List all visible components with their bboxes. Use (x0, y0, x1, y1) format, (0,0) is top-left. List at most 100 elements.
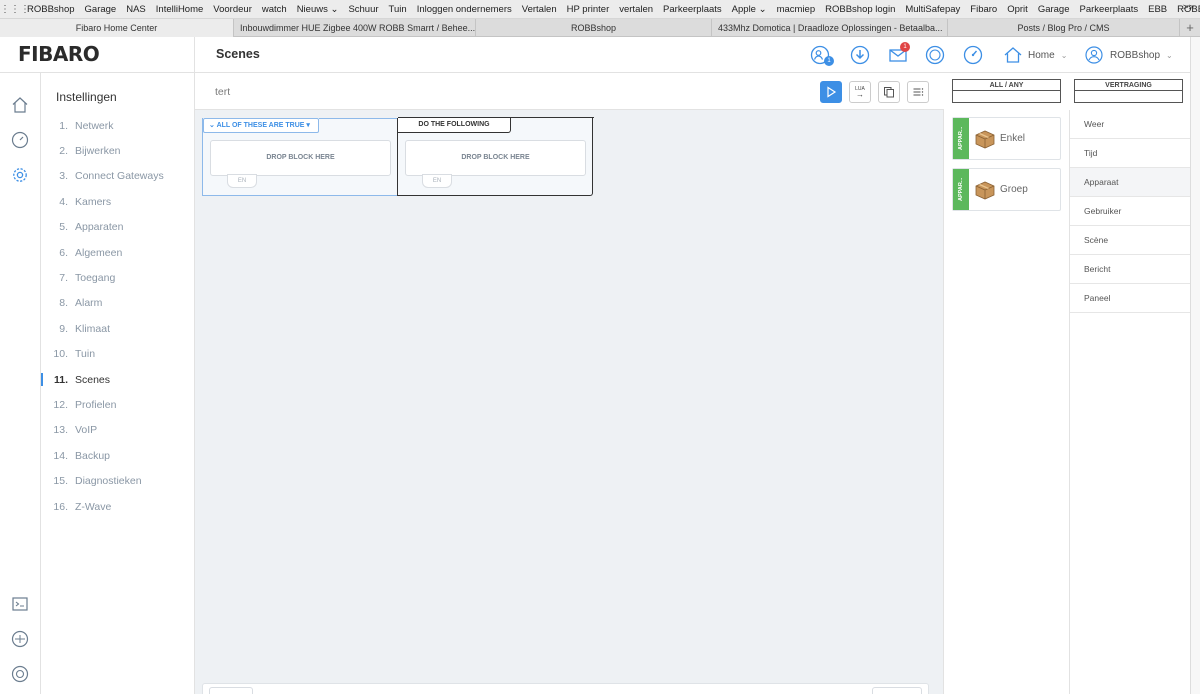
settings-item-alarm[interactable]: 8. Alarm (41, 291, 195, 316)
item-number: 16. (53, 500, 68, 513)
bookmark-item[interactable]: Apple ⌄ (727, 4, 772, 15)
bookmark-item[interactable]: Garage (80, 4, 122, 15)
gear-icon[interactable] (10, 165, 30, 185)
settings-item-z-wave[interactable]: 16. Z-Wave (41, 494, 195, 519)
download-icon[interactable] (850, 45, 870, 65)
settings-item-tuin[interactable]: 10. Tuin (41, 342, 195, 367)
settings-item-toegang[interactable]: 7. Toegang (41, 265, 195, 290)
bookmark-item[interactable]: Garage (1033, 4, 1075, 15)
category-scene[interactable]: Scène (1070, 226, 1190, 255)
terminal-icon[interactable] (10, 594, 30, 614)
package-box-icon (975, 181, 995, 200)
category-bericht[interactable]: Bericht (1070, 255, 1190, 284)
condition-drop-zone[interactable]: DROP BLOCK HERE (210, 140, 391, 176)
house-icon (1004, 47, 1022, 63)
bookmark-item[interactable]: ROBBshop (22, 4, 80, 15)
home-label: Home (1028, 49, 1055, 61)
bookmarks-overflow-button[interactable]: >> (1183, 2, 1194, 13)
browser-tab-bar: Fibaro Home Center Inbouwdimmer HUE Zigb… (0, 19, 1200, 37)
network-icon[interactable] (10, 629, 30, 649)
item-label: Connect Gateways (75, 170, 164, 183)
block-type-strip: APPAR... (953, 118, 969, 159)
item-number: 2. (59, 145, 68, 158)
bookmark-item[interactable]: Vertalen (517, 4, 562, 15)
bookmark-item[interactable]: Tuin (384, 4, 412, 15)
apps-grid-icon[interactable]: ⋮⋮⋮ (0, 4, 30, 15)
category-apparaat[interactable]: Apparaat (1070, 168, 1190, 197)
support-icon[interactable] (10, 664, 30, 684)
delay-block[interactable]: VERTRAGING (1074, 79, 1183, 103)
bookmark-item[interactable]: IntelliHome (151, 4, 209, 15)
copy-scene-button[interactable] (878, 81, 900, 103)
block-label: Groep (1000, 184, 1028, 195)
actions-header: DO THE FOLLOWING (398, 117, 511, 133)
item-label: Bijwerken (75, 145, 121, 158)
category-gebruiker[interactable]: Gebruiker (1070, 197, 1190, 226)
settings-item-backup[interactable]: 14. Backup (41, 443, 195, 468)
item-number: 15. (53, 475, 68, 488)
bookmark-item[interactable]: HP printer (562, 4, 615, 15)
fibaro-logo[interactable]: FIBARO (18, 42, 100, 66)
chevron-down-icon: ⌄ (1060, 50, 1068, 60)
settings-item-scenes[interactable]: 11. Scenes (41, 367, 195, 392)
action-drop-zone[interactable]: DROP BLOCK HERE (405, 140, 586, 176)
condition-mode-dropdown[interactable]: ⌄ ALL OF THESE ARE TRUE ▾ (203, 118, 319, 133)
bookmark-item[interactable]: macmiep (772, 4, 821, 15)
item-label: Algemeen (75, 246, 123, 259)
browser-tab[interactable]: Posts / Blog Pro / CMS (948, 19, 1180, 37)
dashboard-gauge-icon[interactable] (963, 45, 983, 65)
settings-item-profielen[interactable]: 12. Profielen (41, 392, 195, 417)
mail-icon[interactable]: 1 (888, 42, 910, 65)
user-label: ROBBshop (1110, 49, 1161, 61)
bookmark-item[interactable]: Inloggen ondernemers (412, 4, 517, 15)
dashboard-icon[interactable] (10, 130, 30, 150)
category-weer[interactable]: Weer (1070, 110, 1190, 139)
block-type-strip: APPAR... (953, 169, 969, 210)
scene-menu-button[interactable] (907, 81, 929, 103)
settings-item-apparaten[interactable]: 5. Apparaten (41, 215, 195, 240)
browser-tab[interactable]: 433Mhz Domotica | Draadloze Oplossingen … (712, 19, 948, 37)
settings-item-bijwerken[interactable]: 2. Bijwerken (41, 138, 195, 163)
browser-tab[interactable]: ROBBshop (476, 19, 712, 37)
run-scene-button[interactable] (820, 81, 842, 103)
bookmark-item[interactable]: Parkeerplaats (1075, 4, 1144, 15)
browser-tab[interactable]: Inbouwdimmer HUE Zigbee 400W ROBB Smarrt… (234, 19, 476, 37)
home-selector[interactable]: Home ⌄ (1003, 46, 1067, 64)
settings-item-klimaat[interactable]: 9. Klimaat (41, 316, 195, 341)
bookmark-item[interactable]: NAS (121, 4, 151, 15)
bookmark-item[interactable]: Nieuws ⌄ (292, 4, 344, 15)
users-icon[interactable]: 1 (810, 45, 834, 66)
lifebuoy-icon[interactable] (925, 45, 945, 65)
bookmark-item[interactable]: Fibaro (965, 4, 1002, 15)
bookmark-item[interactable]: Oprit (1002, 4, 1033, 15)
bookmark-item[interactable]: Schuur (343, 4, 383, 15)
user-menu[interactable]: ROBBshop ⌄ (1085, 46, 1173, 64)
bottom-left-button[interactable] (209, 687, 253, 694)
category-paneel[interactable]: Paneel (1070, 284, 1190, 313)
device-block-group[interactable]: APPAR... Groep (952, 168, 1061, 211)
all-any-block[interactable]: ALL / ANY (952, 79, 1061, 103)
settings-item-diagnostieken[interactable]: 15. Diagnostieken (41, 468, 195, 493)
scene-name[interactable]: tert (215, 86, 230, 98)
settings-item-algemeen[interactable]: 6. Algemeen (41, 240, 195, 265)
item-number: 3. (59, 170, 68, 183)
bookmark-item[interactable]: watch (257, 4, 292, 15)
convert-to-lua-button[interactable]: LUA → (849, 81, 871, 103)
settings-item-voip[interactable]: 13. VoIP (41, 418, 195, 443)
bookmark-item[interactable]: ROBBshop login (820, 4, 900, 15)
bottom-right-button[interactable] (872, 687, 922, 694)
bookmark-item[interactable]: Parkeerplaats (658, 4, 727, 15)
bookmark-item[interactable]: EBB (1143, 4, 1172, 15)
category-tijd[interactable]: Tijd (1070, 139, 1190, 168)
bookmark-item[interactable]: vertalen (614, 4, 658, 15)
home-icon[interactable] (10, 95, 30, 115)
settings-sidebar: Instellingen 1. Netwerk 2. Bijwerken 3. Con… (41, 73, 195, 694)
settings-item-kamers[interactable]: 4. Kamers (41, 189, 195, 214)
settings-item-connect-gateways[interactable]: 3. Connect Gateways (41, 164, 195, 189)
bookmark-item[interactable]: MultiSafepay (900, 4, 965, 15)
bookmark-item[interactable]: Voordeur (208, 4, 257, 15)
browser-tab[interactable]: Fibaro Home Center (0, 19, 234, 37)
settings-item-netwerk[interactable]: 1. Netwerk (41, 113, 195, 138)
new-tab-button[interactable]: + (1180, 19, 1200, 36)
device-block-single[interactable]: APPAR... Enkel (952, 117, 1061, 160)
